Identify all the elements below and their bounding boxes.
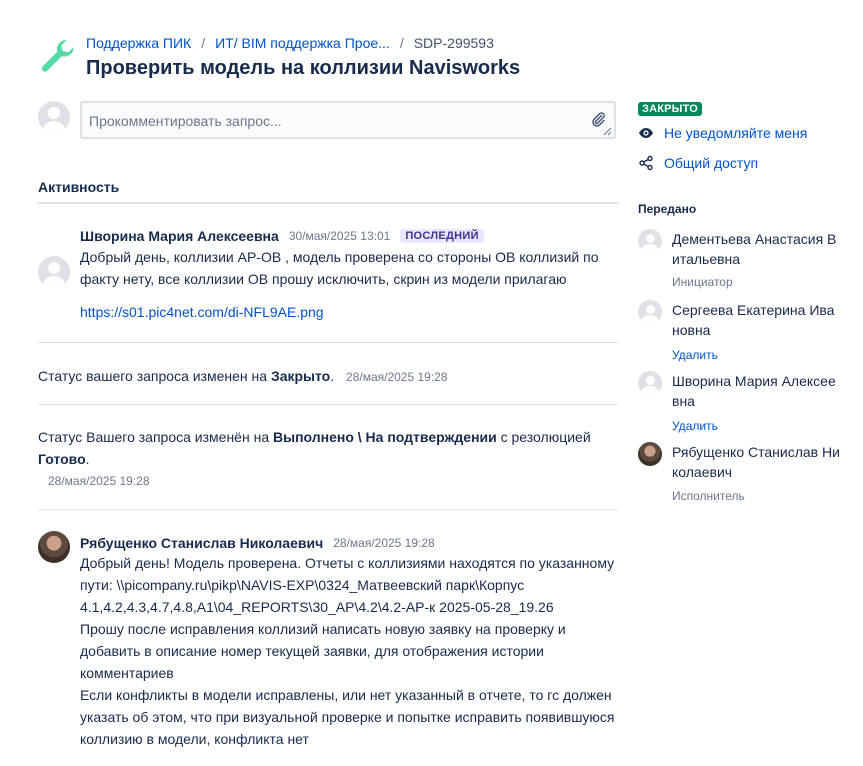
comment-body: Добрый день! Модель проверена. Отчеты с … <box>80 552 640 750</box>
share-icon <box>639 155 653 171</box>
participant: Дементьева Анастасия Витальевна Инициато… <box>638 229 843 289</box>
comment-body: Добрый день, коллизии АР-ОВ , модель про… <box>80 249 599 287</box>
resolution-text: с резолюцией <box>496 429 591 445</box>
comment-line: комментариев <box>80 665 174 681</box>
participant-role: Исполнитель <box>672 489 745 503</box>
participants-title: Передано <box>638 202 697 216</box>
comment-link[interactable]: https://s01.pic4net.com/di-NFL9AE.png <box>80 302 324 322</box>
comment-line: указать об этом, что при визуальной пров… <box>80 709 615 725</box>
participant-name: Рябущенко Станислав Николаевич <box>672 444 840 480</box>
eye-icon <box>639 128 653 138</box>
participant-name: Сергеева Екатерина Ивановна <box>672 302 835 338</box>
divider <box>38 342 618 343</box>
comment-line: Добрый день! Модель проверена. Отчеты с … <box>80 555 615 571</box>
breadcrumb-service-desk[interactable]: ИТ/ BIM поддержка Прое... <box>215 35 390 51</box>
avatar <box>638 442 662 466</box>
status-change-text: Статус Вашего запроса изменён на <box>38 429 273 445</box>
divider <box>38 509 618 510</box>
status-suffix: . <box>330 368 335 384</box>
status-badge: ЗАКРЫТО <box>638 102 703 116</box>
participant: Рябущенко Станислав Николаевич Исполните… <box>638 442 843 504</box>
share-action[interactable]: Общий доступ <box>638 155 758 171</box>
remove-participant-link[interactable]: Удалить <box>672 348 718 362</box>
divider <box>38 404 618 405</box>
resize-handle-icon[interactable] <box>603 127 612 136</box>
resolution-value: Готово <box>38 451 86 467</box>
current-user-avatar <box>38 101 70 133</box>
comment-author[interactable]: Рябущенко Станислав Николаевич <box>80 535 323 551</box>
page-title: Проверить модель на коллизии Navisworks <box>86 57 521 79</box>
breadcrumb-project[interactable]: Поддержка ПИК <box>86 35 191 51</box>
status-change-entry: Статус вашего запроса изменен на Закрыто… <box>38 366 448 387</box>
breadcrumb-separator: / <box>201 35 206 51</box>
participant: Сергеева Екатерина Ивановна Удалить <box>638 300 843 362</box>
comment-input[interactable] <box>87 105 591 137</box>
comment-line: пути: \\picompany.ru\pikp\NAVIS-EXP\0324… <box>80 577 525 593</box>
participant: Шворина Мария Алексеевна Удалить <box>638 371 843 433</box>
latest-badge: ПОСЛЕДНИЙ <box>400 229 484 243</box>
participant-name: Шворина Мария Алексеевна <box>672 373 836 409</box>
status-change-entry: Статус Вашего запроса изменён на Выполне… <box>38 426 598 470</box>
participant-name: Дементьева Анастасия Витальевна <box>672 231 837 267</box>
comment-date[interactable]: 28/мая/2025 19:28 <box>333 536 435 550</box>
status-date[interactable]: 28/мая/2025 19:28 <box>48 474 150 488</box>
comment-author[interactable]: Шворина Мария Алексеевна <box>80 228 279 244</box>
avatar <box>638 371 662 395</box>
paperclip-icon[interactable] <box>590 111 606 127</box>
breadcrumb-separator: / <box>399 35 404 51</box>
comment-line: 4.1,4.2,4.3,4.7,4.8,А1\04_REPORTS\30_AP\… <box>80 599 554 615</box>
comment-box[interactable] <box>80 101 616 139</box>
avatar <box>638 229 662 253</box>
avatar <box>38 531 70 563</box>
status-change-text: Статус вашего запроса изменен на <box>38 368 271 384</box>
avatar <box>38 256 70 288</box>
activity-title: Активность <box>38 179 120 195</box>
comment-header: Рябущенко Станислав Николаевич 28/мая/20… <box>80 535 435 551</box>
breadcrumb-issue-key[interactable]: SDP-299593 <box>414 35 494 51</box>
notify-link[interactable]: Не уведомляйте меня <box>664 125 807 141</box>
comment-header: Шворина Мария Алексеевна 30/мая/2025 13:… <box>80 228 484 244</box>
participant-role: Инициатор <box>672 275 733 289</box>
status-suffix: . <box>85 451 90 467</box>
wrench-icon <box>41 40 74 72</box>
avatar <box>638 300 662 324</box>
notify-toggle[interactable]: Не уведомляйте меня <box>638 125 807 141</box>
comment-line: коллизию в модели, конфликта нет <box>80 731 309 747</box>
status-value: Закрыто <box>270 368 331 384</box>
share-link[interactable]: Общий доступ <box>664 155 758 171</box>
comment-line: Прошу после исправления коллизий написат… <box>80 621 566 637</box>
comment-line: Если конфликты в модели исправлены, или … <box>80 687 612 703</box>
divider <box>38 202 618 204</box>
comment-date[interactable]: 30/мая/2025 13:01 <box>289 229 391 243</box>
status-value: Выполнено \ На подтверждении <box>273 429 497 445</box>
comment-line: добавить в описание номер текущей заявки… <box>80 643 544 659</box>
remove-participant-link[interactable]: Удалить <box>672 419 718 433</box>
status-date[interactable]: 28/мая/2025 19:28 <box>346 370 448 384</box>
breadcrumb: Поддержка ПИК / ИТ/ BIM поддержка Прое..… <box>86 35 494 51</box>
